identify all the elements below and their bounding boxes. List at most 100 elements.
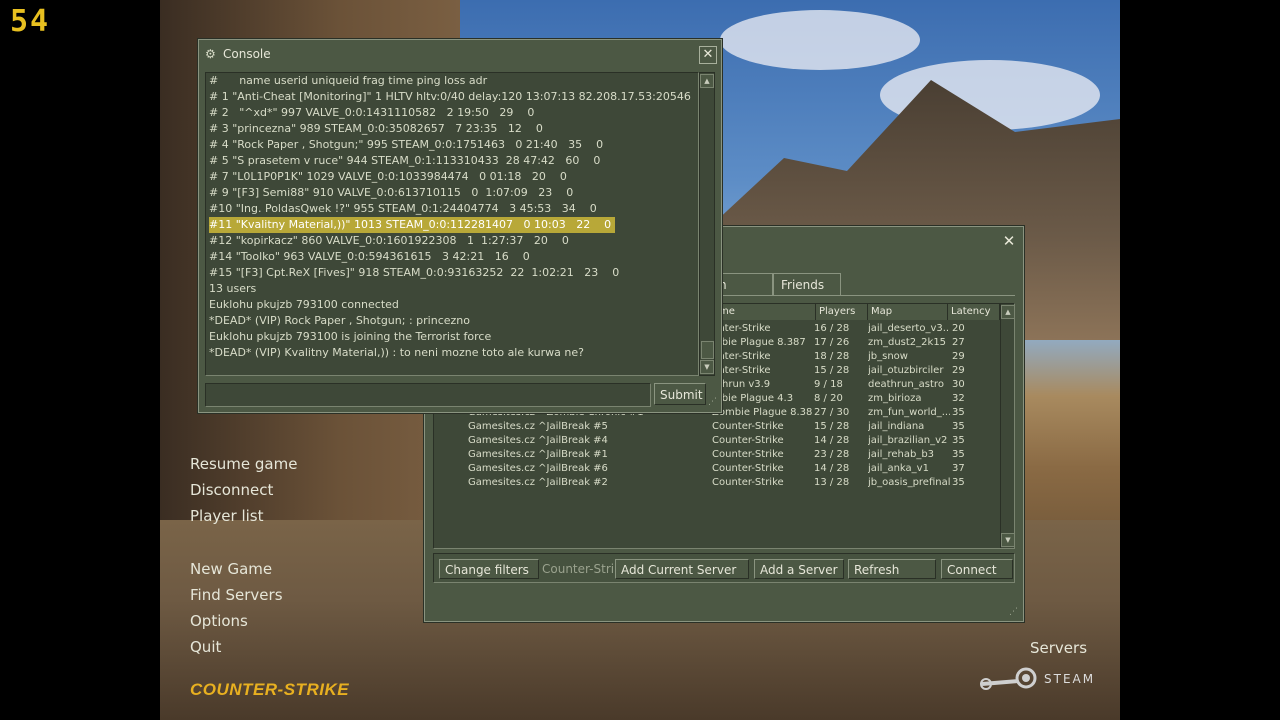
console-close-button[interactable]: ✕: [699, 46, 717, 64]
server-latency: 35: [952, 449, 965, 460]
fps-counter: 54: [10, 4, 51, 39]
server-latency: 35: [952, 421, 965, 432]
table-row[interactable]: Gamesites.cz ^JailBreak #1 Counter-Strike…: [434, 448, 1000, 462]
menu-new-game[interactable]: New Game: [190, 560, 272, 578]
console-input[interactable]: [205, 383, 651, 407]
console-window: ⚙ Console ✕ # name userid uniqueid frag …: [198, 39, 722, 413]
server-map: zm_birioza: [868, 393, 922, 404]
server-players: 18 / 28: [814, 351, 850, 362]
server-latency: 29: [952, 351, 965, 362]
server-map: jb_oasis_prefinal2: [868, 477, 950, 488]
console-line-selected: #11 "Kvalitny Material,))" 1013 STEAM_0:…: [209, 217, 616, 233]
server-latency: 35: [952, 407, 965, 418]
server-map: jail_otuzbirciler: [868, 365, 944, 376]
counter-strike-logo: COUNTER-STRIKE: [190, 680, 350, 699]
cloud: [720, 10, 920, 70]
table-row[interactable]: Gamesites.cz ^JailBreak #2 Counter-Strike…: [434, 476, 1000, 490]
menu-disconnect[interactable]: Disconnect: [190, 481, 273, 499]
table-row[interactable]: Gamesites.cz ^JailBreak #5 Counter-Strike…: [434, 420, 1000, 434]
server-name: Gamesites.cz ^JailBreak #6: [468, 463, 608, 474]
menu-quit[interactable]: Quit: [190, 638, 221, 656]
server-map: deathrun_astro: [868, 379, 944, 390]
server-game: unter-Strike: [712, 323, 771, 334]
server-map: jail_anka_v1: [868, 463, 929, 474]
console-line: #14 "Toolko" 963 VALVE_0:0:594361615 3 4…: [209, 250, 530, 263]
server-players: 14 / 28: [814, 435, 850, 446]
menu-player-list[interactable]: Player list: [190, 507, 263, 525]
server-game: mbie Plague 8.387: [712, 337, 806, 348]
server-map: zm_fun_world_...: [868, 407, 950, 418]
scroll-up-icon[interactable]: ▲: [1001, 305, 1014, 319]
console-line: # 7 "L0L1P0P1K" 1029 VALVE_0:0:103398447…: [209, 170, 567, 183]
console-log[interactable]: # name userid uniqueid frag time ping lo…: [205, 72, 699, 376]
server-players: 15 / 28: [814, 421, 850, 432]
server-game: unter-Strike: [712, 365, 771, 376]
server-game: unter-Strike: [712, 351, 771, 362]
server-name: Gamesites.cz ^JailBreak #4: [468, 435, 608, 446]
steam-icon: ⚙: [205, 47, 216, 61]
console-line: Euklohu pkujzb 793100 connected: [209, 298, 399, 311]
server-map: zm_dust2_2k15: [868, 337, 947, 348]
game-filter-label: Counter-Stri...: [542, 562, 626, 576]
server-latency: 29: [952, 365, 965, 376]
console-line: # 3 "princezna" 989 STEAM_0:0:35082657 7…: [209, 122, 543, 135]
server-latency: 37: [952, 463, 965, 474]
server-players: 16 / 28: [814, 323, 850, 334]
server-map: jb_snow: [868, 351, 908, 362]
console-line: #15 "[F3] Cpt.ReX [Fives]" 918 STEAM_0:0…: [209, 266, 620, 279]
console-line: # 2 "^xd*" 997 VALVE_0:0:1431110582 2 19…: [209, 106, 535, 119]
servers-label[interactable]: Servers: [1030, 639, 1087, 657]
server-map: jail_rehab_b3: [868, 449, 935, 460]
server-latency: 35: [952, 435, 965, 446]
server-players: 8 / 20: [814, 393, 843, 404]
change-filters-button[interactable]: Change filters: [439, 559, 539, 579]
col-map[interactable]: Map: [868, 304, 948, 320]
server-game: Counter-Strike: [712, 449, 784, 460]
server-players: 27 / 30: [814, 407, 850, 418]
col-latency[interactable]: Latency: [948, 304, 1000, 320]
server-name: Gamesites.cz ^JailBreak #1: [468, 449, 608, 460]
server-game: Zombie Plague 8.387: [712, 407, 812, 418]
console-line: *DEAD* (VIP) Rock Paper , Shotgun; : pri…: [209, 314, 470, 327]
refresh-button[interactable]: Refresh: [848, 559, 936, 579]
server-game: Counter-Strike: [712, 421, 784, 432]
scroll-up-icon[interactable]: ▲: [700, 74, 714, 88]
connect-button[interactable]: Connect: [941, 559, 1013, 579]
server-players: 15 / 28: [814, 365, 850, 376]
tab-friends[interactable]: Friends: [773, 273, 841, 296]
console-line: # name userid uniqueid frag time ping lo…: [209, 74, 488, 87]
resize-grip-icon[interactable]: ⋰: [708, 397, 717, 407]
server-latency: 20: [952, 323, 965, 334]
server-game: Counter-Strike: [712, 435, 784, 446]
menu-options[interactable]: Options: [190, 612, 248, 630]
server-name: Gamesites.cz ^JailBreak #2: [468, 477, 608, 488]
col-players[interactable]: Players: [816, 304, 868, 320]
resize-grip-icon[interactable]: ⋰: [1009, 607, 1018, 617]
server-players: 9 / 18: [814, 379, 843, 390]
server-game: Counter-Strike: [712, 463, 784, 474]
list-scrollbar[interactable]: ▲ ▼: [1000, 304, 1014, 548]
server-game: mbie Plague 4.3: [712, 393, 794, 404]
table-row[interactable]: Gamesites.cz ^JailBreak #6 Counter-Strike…: [434, 462, 1000, 476]
steam-logo: STEAM: [978, 666, 1095, 692]
console-line: #12 "kopirkacz" 860 VALVE_0:0:1601922308…: [209, 234, 569, 247]
server-players: 23 / 28: [814, 449, 850, 460]
console-scrollbar[interactable]: ▲ ▼: [699, 72, 715, 376]
server-name: Gamesites.cz ^JailBreak #5: [468, 421, 608, 432]
server-latency: 32: [952, 393, 965, 404]
submit-button[interactable]: Submit: [654, 383, 706, 405]
table-row[interactable]: Gamesites.cz ^JailBreak #4 Counter-Strike…: [434, 434, 1000, 448]
server-players: 17 / 26: [814, 337, 850, 348]
menu-resume-game[interactable]: Resume game: [190, 455, 297, 473]
scroll-down-icon[interactable]: ▼: [1001, 533, 1014, 547]
add-current-server-button[interactable]: Add Current Server: [615, 559, 749, 579]
browser-close-button[interactable]: ✕: [1001, 234, 1017, 250]
server-map: jail_deserto_v3...: [868, 323, 950, 334]
scroll-thumb[interactable]: [701, 341, 714, 359]
menu-find-servers[interactable]: Find Servers: [190, 586, 283, 604]
scroll-down-icon[interactable]: ▼: [700, 360, 714, 374]
col-game[interactable]: me: [716, 304, 816, 320]
server-players: 14 / 28: [814, 463, 850, 474]
add-server-button[interactable]: Add a Server: [754, 559, 844, 579]
steam-label: STEAM: [1044, 672, 1096, 686]
